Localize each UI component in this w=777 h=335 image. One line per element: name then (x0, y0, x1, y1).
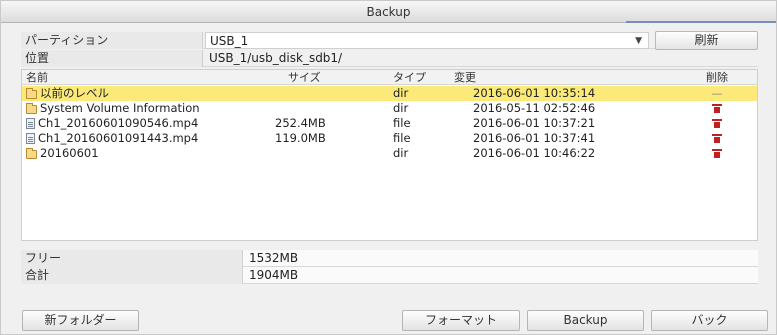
free-value: 1532MB (249, 251, 299, 265)
location-value: USB_1/usb_disk_sdb1/ (209, 51, 343, 65)
delete-button[interactable] (708, 101, 726, 116)
row-type: file (393, 116, 411, 130)
row-type: dir (393, 101, 409, 115)
table-row[interactable]: 以前のレベル dir 2016-06-01 10:35:14 — (22, 86, 757, 101)
header-size[interactable]: サイズ (288, 70, 321, 85)
file-table: 名前 サイズ タイプ 変更 削除 以前のレベル dir 2016-06-01 1… (21, 69, 758, 241)
row-name: 20160601 (40, 146, 99, 160)
name-cell: 20160601 (26, 146, 99, 161)
partition-select[interactable]: USB_1 ▼ (205, 32, 649, 49)
title-bar: Backup (1, 1, 776, 23)
partition-value: USB_1 (210, 34, 249, 48)
backup-dialog: Backup パーティション USB_1 ▼ 刷新 位置 USB_1/usb_d… (0, 0, 777, 335)
delete-button[interactable] (708, 116, 726, 131)
trash-icon[interactable] (712, 104, 722, 113)
location-row: 位置 USB_1/usb_disk_sdb1/ (21, 50, 758, 67)
dropdown-arrow-icon: ▼ (635, 36, 642, 46)
row-modified: 2016-05-11 02:52:46 (473, 101, 596, 115)
format-button[interactable]: フォーマット (402, 310, 520, 331)
back-button[interactable]: バック (651, 310, 768, 331)
free-label: フリー (21, 250, 243, 267)
folder-icon (26, 103, 37, 114)
row-type: dir (393, 146, 409, 160)
row-modified: 2016-06-01 10:46:22 (473, 146, 596, 160)
name-cell: 以前のレベル (26, 86, 109, 101)
name-cell: Ch1_20160601090546.mp4 (26, 116, 198, 131)
table-row[interactable]: 20160601 dir 2016-06-01 10:46:22 (22, 146, 757, 161)
row-name: Ch1_20160601091443.mp4 (38, 131, 199, 145)
row-name: Ch1_20160601090546.mp4 (38, 116, 199, 130)
location-label: 位置 (21, 50, 203, 67)
row-type: dir (393, 86, 409, 100)
header-delete: 削除 (706, 71, 728, 84)
table-header: 名前 サイズ タイプ 変更 削除 (22, 70, 757, 85)
header-name[interactable]: 名前 (26, 70, 48, 85)
total-space-row: 合計 1904MB (21, 267, 758, 284)
row-size: 252.4MB (275, 116, 326, 130)
delete-button[interactable] (708, 146, 726, 161)
row-modified: 2016-06-01 10:37:21 (473, 116, 596, 130)
delete-button[interactable] (708, 131, 726, 146)
partition-row: パーティション USB_1 ▼ 刷新 (21, 31, 758, 50)
name-cell: Ch1_20160601091443.mp4 (26, 131, 198, 146)
free-space-row: フリー 1532MB (21, 250, 758, 267)
trash-icon[interactable] (712, 119, 722, 128)
row-name: System Volume Information (40, 101, 200, 115)
total-value: 1904MB (249, 268, 299, 282)
trash-icon[interactable] (712, 149, 722, 158)
row-size: 119.0MB (275, 131, 326, 145)
refresh-button[interactable]: 刷新 (655, 31, 758, 50)
folder-up-icon (26, 88, 37, 99)
backup-button[interactable]: Backup (527, 310, 644, 331)
trash-icon[interactable] (712, 134, 722, 143)
partition-label: パーティション (21, 32, 203, 49)
new-folder-button[interactable]: 新フォルダー (22, 310, 139, 331)
file-icon (26, 118, 35, 129)
dash-icon: — (711, 87, 723, 100)
header-type[interactable]: タイプ (393, 70, 426, 85)
row-modified: 2016-06-01 10:35:14 (473, 86, 596, 100)
header-modified[interactable]: 変更 (454, 70, 476, 85)
table-row[interactable]: Ch1_20160601091443.mp4 119.0MB file 2016… (22, 131, 757, 146)
row-name: 以前のレベル (40, 86, 109, 100)
window-title: Backup (366, 5, 411, 19)
row-type: file (393, 131, 411, 145)
name-cell: System Volume Information (26, 101, 200, 116)
total-label: 合計 (21, 267, 243, 284)
row-modified: 2016-06-01 10:37:41 (473, 131, 596, 145)
table-row[interactable]: System Volume Information dir 2016-05-11… (22, 101, 757, 116)
table-row[interactable]: Ch1_20160601090546.mp4 252.4MB file 2016… (22, 116, 757, 131)
title-accent-line (626, 21, 776, 23)
folder-icon (26, 148, 37, 159)
file-icon (26, 133, 35, 144)
